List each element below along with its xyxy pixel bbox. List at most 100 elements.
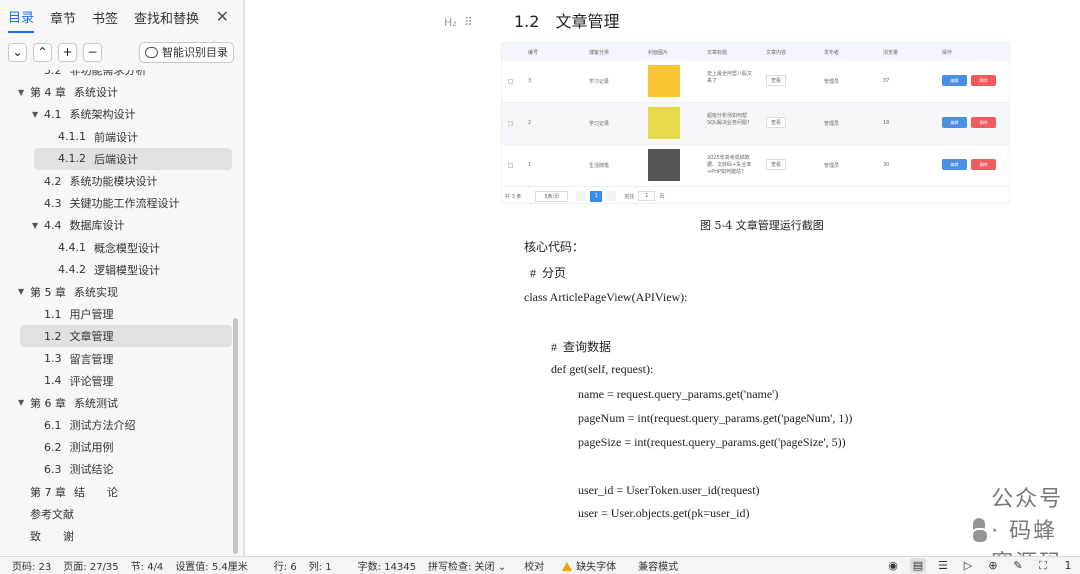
toc-item[interactable]: 4.4.1 概念模型设计 <box>0 237 232 259</box>
view-content-button[interactable]: 查看 <box>766 159 787 170</box>
view-content-button[interactable]: 查看 <box>766 117 787 128</box>
delete-button[interactable]: 删除 <box>971 75 996 86</box>
toc-item-number: 第 4 章 <box>30 86 66 100</box>
tab-toc[interactable]: 目录 <box>8 1 35 33</box>
expand-arrow-icon[interactable]: ▼ <box>32 110 44 119</box>
smart-toc-button[interactable]: 智能识别目录 <box>139 41 234 63</box>
toc-item[interactable]: 4.3 关键功能工作流程设计 <box>0 192 232 214</box>
tab-bookmarks[interactable]: 书签 <box>92 2 118 32</box>
collapse-all-icon[interactable]: ⌄ <box>8 42 27 62</box>
expand-arrow-icon[interactable]: ▼ <box>18 287 30 296</box>
edit-button[interactable]: 编辑 <box>942 75 967 86</box>
toc-item[interactable]: 6.1 测试方法介绍 <box>0 414 232 436</box>
table-header-cell: 封面图片 <box>648 50 669 56</box>
cell-id: 2 <box>528 120 532 126</box>
toc-item[interactable]: 4.2 系统功能模块设计 <box>0 170 232 192</box>
status-setting[interactable]: 设置值: 5.4厘米 <box>175 558 247 573</box>
row-checkbox[interactable] <box>508 79 513 84</box>
expand-arrow-icon[interactable]: ▼ <box>32 221 44 230</box>
toc-item-number: 第 7 章 <box>30 485 66 499</box>
row-checkbox[interactable] <box>508 163 513 168</box>
toc-item[interactable]: 6.3 测试结论 <box>0 458 232 480</box>
delete-button[interactable]: 删除 <box>971 117 996 128</box>
toc-item-label: 系统实现 <box>74 285 118 299</box>
status-word-count[interactable]: 字数: 14345 <box>358 558 416 573</box>
pen-icon[interactable]: ✎ <box>1010 558 1026 573</box>
prev-page-icon[interactable] <box>576 191 587 201</box>
tab-find-replace[interactable]: 查找和替换 <box>134 2 199 32</box>
toc-item-number: 4.4 <box>44 218 62 232</box>
zoom-level[interactable]: 1 <box>1060 558 1076 573</box>
remove-heading-icon[interactable]: − <box>83 42 102 62</box>
pager-size-select[interactable]: 5条/页 <box>535 190 569 202</box>
table-row: 3 学习记录 史上最全阿里八股文来了 查看 管理员 37 编辑 删除 <box>502 61 1009 103</box>
cell-id: 3 <box>528 78 532 84</box>
toc-item-label: 参考文献 <box>30 507 74 521</box>
document-page[interactable]: H₂ ⠿ 1.2 文章管理 编号 博客分类 封面图片 文章标题 文章内容 发布者 浏览量 操作… <box>245 0 1080 556</box>
toc-item[interactable]: 3.2 非功能需求分析 <box>0 70 232 81</box>
missing-font-button[interactable]: 缺失字体 <box>562 558 616 573</box>
pager-total: 共 3 条 <box>505 193 522 200</box>
delete-button[interactable]: 删除 <box>971 159 996 170</box>
toc-item[interactable]: 1.3 留言管理 <box>0 347 232 369</box>
code-line: class ArticlePageView(APIView): <box>524 290 688 304</box>
toc-item[interactable]: ▼ 第 5 章系统实现 <box>0 281 232 303</box>
cell-title: 超级分析师如何帮SQL解决业务问题? <box>707 113 750 126</box>
toc-item-label: 系统设计 <box>74 86 118 100</box>
watermark-text: 公众号 · 码蜂窝源码 <box>991 487 1064 556</box>
expand-arrow-icon[interactable]: ▼ <box>18 398 30 407</box>
proofread-button[interactable]: 校对 <box>524 558 544 573</box>
smart-toc-label: 智能识别目录 <box>162 46 228 59</box>
sidebar-scrollbar[interactable] <box>233 318 238 554</box>
close-icon[interactable]: ✕ <box>216 7 229 26</box>
fullscreen-icon[interactable]: ⛶ <box>1035 558 1051 573</box>
status-section[interactable]: 节: 4/4 <box>131 558 164 573</box>
toc-item[interactable]: 第 7 章结 论 <box>0 481 232 503</box>
edit-button[interactable]: 编辑 <box>942 159 967 170</box>
toc-item-number: 4.1.2 <box>58 152 86 166</box>
cell-category: 生活随笔 <box>589 163 610 169</box>
toc-item[interactable]: 1.2 文章管理 <box>20 325 232 348</box>
toc-item[interactable]: 致 谢 <box>0 525 232 547</box>
eye-icon[interactable]: ◉ <box>885 558 901 573</box>
toc-item-number: 第 6 章 <box>30 396 66 410</box>
toc-item[interactable]: ▼ 第 4 章系统设计 <box>0 81 232 103</box>
status-page-number[interactable]: 页码: 23 <box>12 558 51 573</box>
pager-goto-label: 前往 <box>624 193 635 200</box>
table-row: 1 生活随笔 2025年高考成绩数据、文转码+失业率+PHP如何建站？ 查看 管理员 30… <box>502 145 1009 187</box>
pager-goto-input[interactable]: 1 <box>638 191 656 201</box>
toc-item[interactable]: 4.1.1 前端设计 <box>0 126 232 148</box>
play-icon[interactable]: ▷ <box>960 558 976 573</box>
table-header-cell: 操作 <box>942 50 953 56</box>
toc-item[interactable]: ▼ 4.1 系统架构设计 <box>0 103 232 125</box>
toc-item[interactable]: 1.1 用户管理 <box>0 303 232 325</box>
toc-item-label: 测试方法介绍 <box>69 419 136 433</box>
table-header-cell: 编号 <box>528 50 539 56</box>
pager-unit: 页 <box>659 193 665 200</box>
next-page-icon[interactable] <box>606 191 617 201</box>
tab-chapters[interactable]: 章节 <box>50 2 76 32</box>
toc-item[interactable]: ▼ 4.4 数据库设计 <box>0 214 232 236</box>
toc-item[interactable]: 4.1.2 后端设计 <box>34 147 232 170</box>
status-page-count[interactable]: 页面: 27/35 <box>63 558 118 573</box>
toc-item[interactable]: 参考文献 <box>0 503 232 525</box>
web-icon[interactable]: ⊕ <box>985 558 1001 573</box>
add-heading-icon[interactable]: + <box>58 42 77 62</box>
drag-handle-icon[interactable]: ⠿ <box>464 15 473 29</box>
page-number[interactable]: 1 <box>590 190 603 202</box>
view-content-button[interactable]: 查看 <box>766 75 787 86</box>
page-view-icon[interactable]: ▤ <box>910 558 926 573</box>
cell-category: 学习记录 <box>589 121 610 127</box>
outline-view-icon[interactable]: ☰ <box>935 558 951 573</box>
spell-check-toggle[interactable]: 拼写检查: 关闭 ⌄ <box>428 558 506 573</box>
toc-item[interactable]: 6.2 测试用例 <box>0 436 232 458</box>
toc-item[interactable]: 1.4 评论管理 <box>0 370 232 392</box>
cell-views: 18 <box>883 120 890 126</box>
toc-item-number: 6.2 <box>44 440 62 454</box>
expand-all-icon[interactable]: ⌃ <box>33 42 52 62</box>
toc-item[interactable]: 4.4.2 逻辑模型设计 <box>0 259 232 281</box>
row-checkbox[interactable] <box>508 121 513 126</box>
edit-button[interactable]: 编辑 <box>942 117 967 128</box>
expand-arrow-icon[interactable]: ▼ <box>18 88 30 97</box>
toc-item[interactable]: ▼ 第 6 章系统测试 <box>0 392 232 414</box>
